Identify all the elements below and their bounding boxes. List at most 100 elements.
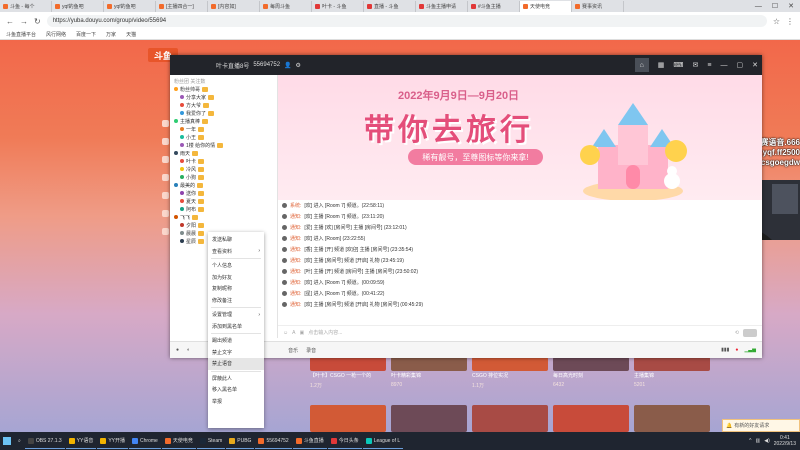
taskbar-app[interactable]: YY开播 bbox=[97, 433, 129, 449]
taskbar-app[interactable]: PUBG bbox=[226, 433, 255, 449]
send-button[interactable] bbox=[743, 328, 757, 337]
network-icon[interactable]: ▥ bbox=[756, 438, 761, 444]
member-row[interactable]: 我爱你了 bbox=[174, 109, 276, 117]
video-thumbnail[interactable] bbox=[391, 405, 467, 432]
member-row[interactable]: 阿布 bbox=[174, 205, 276, 213]
video-title[interactable]: 叶卡精彩集锦 bbox=[391, 372, 467, 382]
mail-icon[interactable]: ✉ bbox=[693, 61, 699, 69]
context-menu-item[interactable]: 加为好友 bbox=[208, 272, 264, 284]
video-thumbnail[interactable] bbox=[391, 357, 467, 371]
context-menu-item[interactable]: 复制昵称 bbox=[208, 283, 264, 295]
taskbar-app[interactable]: OBS 27.1.3 bbox=[24, 433, 65, 449]
member-row[interactable]: 雨天 bbox=[174, 149, 276, 157]
browser-tab[interactable]: 斗鱼主播申请 bbox=[416, 0, 468, 12]
context-menu-item[interactable]: 移入黑名单 bbox=[208, 384, 264, 396]
member-row[interactable]: 冷风 bbox=[174, 165, 276, 173]
context-menu-item[interactable]: 屏蔽此人 bbox=[208, 373, 264, 385]
video-thumbnail[interactable] bbox=[472, 405, 548, 432]
context-menu-item[interactable]: 修改备注 bbox=[208, 295, 264, 307]
app-maximize-icon[interactable]: ▢ bbox=[737, 61, 744, 69]
browser-tab[interactable]: yqf的鱼吧 bbox=[104, 0, 156, 12]
bookmark-item[interactable]: 万家 bbox=[106, 31, 116, 38]
maximize-icon[interactable]: ☐ bbox=[772, 2, 778, 10]
taskbar-app[interactable]: 天使电竞 bbox=[161, 433, 196, 449]
video-title[interactable]: 主播集锦 bbox=[634, 372, 710, 382]
mic-icon[interactable]: ● bbox=[176, 347, 179, 353]
taskbar-app[interactable]: Steam bbox=[196, 433, 226, 449]
side-icon[interactable] bbox=[162, 210, 169, 217]
bookmark-item[interactable]: 风行网络 bbox=[46, 31, 66, 38]
browser-tab[interactable]: #斗鱼主播 bbox=[468, 0, 520, 12]
member-row[interactable]: 叶卡 bbox=[174, 157, 276, 165]
browser-tab[interactable]: yqf的鱼吧 bbox=[52, 0, 104, 12]
taskbar-app[interactable]: 今日头条 bbox=[327, 433, 362, 449]
font-icon[interactable]: A bbox=[292, 330, 295, 336]
app-minimize-icon[interactable]: — bbox=[721, 62, 728, 69]
video-thumbnail[interactable] bbox=[310, 357, 386, 371]
member-row[interactable]: 飞飞 bbox=[174, 213, 276, 221]
video-title[interactable]: 每日高光时刻 bbox=[553, 372, 629, 382]
bookmark-item[interactable]: 百度一下 bbox=[76, 31, 96, 38]
member-row[interactable]: 一年 bbox=[174, 125, 276, 133]
browser-tab[interactable]: 叶卡 - 斗鱼 bbox=[312, 0, 364, 12]
grid-icon[interactable]: ▦ bbox=[658, 61, 665, 69]
start-button[interactable] bbox=[0, 432, 14, 450]
address-bar[interactable]: https://yuba.douyu.com/group/video/55694 bbox=[46, 15, 767, 27]
back-icon[interactable]: ← bbox=[6, 17, 14, 26]
context-menu-item[interactable]: 禁止语音 bbox=[208, 358, 264, 370]
side-icon[interactable] bbox=[162, 192, 169, 199]
video-title[interactable]: 【叶卡】CSGO 一枪一个的 bbox=[310, 372, 386, 382]
forward-icon[interactable]: → bbox=[20, 17, 28, 26]
member-row[interactable]: 最美的 bbox=[174, 181, 276, 189]
member-row[interactable]: 送你 bbox=[174, 189, 276, 197]
browser-tab[interactable]: 赛事资讯 bbox=[572, 0, 624, 12]
video-thumbnail[interactable] bbox=[472, 357, 548, 371]
browser-tab[interactable]: 天使电竞 bbox=[520, 0, 572, 12]
member-row[interactable]: 粉丝帅哥 bbox=[174, 85, 276, 93]
taskbar-app[interactable]: YY语音 bbox=[65, 433, 97, 449]
member-row[interactable]: 方大爷 bbox=[174, 101, 276, 109]
app-close-icon[interactable]: ✕ bbox=[752, 61, 758, 69]
user-icon[interactable]: 👤 bbox=[284, 62, 291, 69]
member-row[interactable]: 1楼 给你的情 bbox=[174, 141, 276, 149]
video-thumbnail[interactable] bbox=[553, 405, 629, 432]
side-icon[interactable] bbox=[162, 120, 169, 127]
member-row[interactable]: 夕阳 bbox=[174, 221, 276, 229]
side-icon[interactable] bbox=[162, 138, 169, 145]
browser-tab[interactable]: 每周斗鱼 bbox=[260, 0, 312, 12]
video-thumbnail[interactable] bbox=[634, 357, 710, 371]
member-row[interactable]: 夏天 bbox=[174, 197, 276, 205]
context-menu-item[interactable]: 查看资料 › bbox=[208, 246, 264, 258]
bookmark-item[interactable]: 斗鱼直播平台 bbox=[6, 31, 36, 38]
taskbar-app[interactable]: Chrome bbox=[129, 433, 161, 449]
video-thumbnail[interactable] bbox=[634, 405, 710, 432]
settings-icon[interactable]: ⚙ bbox=[296, 62, 301, 69]
taskbar-app[interactable]: League of L bbox=[362, 433, 404, 449]
context-menu-item[interactable]: 设置管理 › bbox=[208, 309, 264, 321]
video-title[interactable]: CSGO 排位实况 bbox=[472, 372, 548, 382]
side-icon[interactable] bbox=[162, 156, 169, 163]
member-row[interactable]: 主播真棒 bbox=[174, 117, 276, 125]
taskbar-app[interactable]: 斗鱼直播 bbox=[292, 433, 327, 449]
minimize-icon[interactable]: — bbox=[755, 3, 762, 10]
side-icon[interactable] bbox=[162, 174, 169, 181]
browser-tab[interactable]: [主播四合一] bbox=[156, 0, 208, 12]
chevron-up-icon[interactable]: ^ bbox=[749, 438, 751, 444]
context-menu-item[interactable]: 发送私聊 bbox=[208, 234, 264, 246]
record-icon[interactable]: ● bbox=[735, 347, 738, 353]
record-label[interactable]: 录音 bbox=[306, 347, 316, 354]
context-menu-item[interactable]: 禁止文字 bbox=[208, 347, 264, 359]
menu-icon[interactable]: ⋮ bbox=[786, 17, 794, 26]
history-icon[interactable]: ⟲ bbox=[735, 330, 739, 336]
reload-icon[interactable]: ↻ bbox=[34, 17, 41, 26]
image-icon[interactable]: ▣ bbox=[299, 330, 304, 336]
notification-toast[interactable]: 🔔 有新的好友请求 bbox=[722, 419, 800, 432]
context-menu-item[interactable]: 踢出频道 bbox=[208, 335, 264, 347]
browser-tab[interactable]: 直播 - 斗鱼 bbox=[364, 0, 416, 12]
home-icon[interactable]: ⌂ bbox=[634, 58, 649, 72]
taskbar-app[interactable]: 55694752 bbox=[255, 433, 292, 449]
context-menu-item[interactable]: 举报 bbox=[208, 396, 264, 408]
list-icon[interactable]: ≡ bbox=[707, 62, 711, 69]
star-icon[interactable]: ☆ bbox=[773, 17, 780, 26]
video-thumbnail[interactable] bbox=[310, 405, 386, 432]
